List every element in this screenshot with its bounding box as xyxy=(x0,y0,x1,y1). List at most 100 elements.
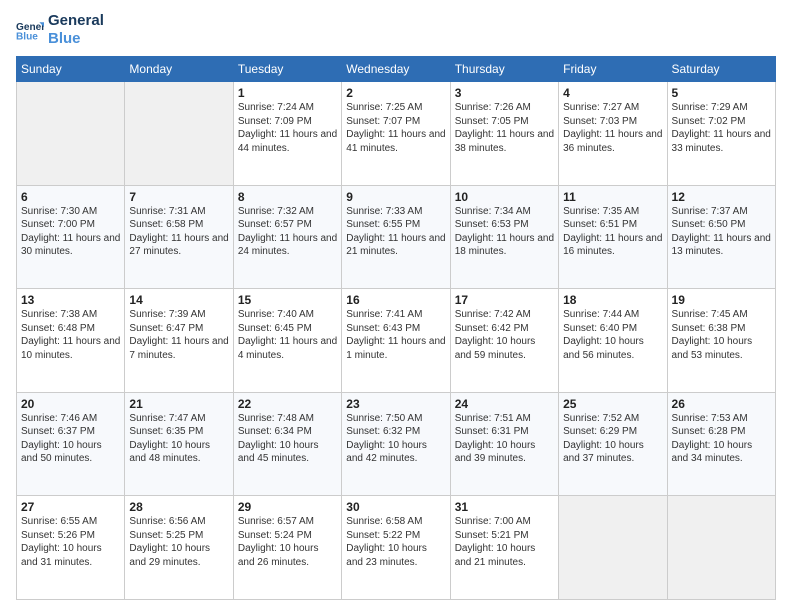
week-row-3: 13 Sunrise: 7:38 AM Sunset: 6:48 PM Dayl… xyxy=(17,289,776,393)
day-info: Sunrise: 7:52 AM Sunset: 6:29 PM Dayligh… xyxy=(563,412,662,466)
day-number: 7 xyxy=(129,190,228,204)
day-cell: 15 Sunrise: 7:40 AM Sunset: 6:45 PM Dayl… xyxy=(233,289,341,393)
day-cell: 6 Sunrise: 7:30 AM Sunset: 7:00 PM Dayli… xyxy=(17,185,125,289)
page: General Blue General Blue SundayMondayTu… xyxy=(0,0,792,612)
day-cell: 20 Sunrise: 7:46 AM Sunset: 6:37 PM Dayl… xyxy=(17,392,125,496)
day-info: Sunrise: 7:32 AM Sunset: 6:57 PM Dayligh… xyxy=(238,205,337,259)
day-cell: 21 Sunrise: 7:47 AM Sunset: 6:35 PM Dayl… xyxy=(125,392,233,496)
day-number: 15 xyxy=(238,293,337,307)
day-cell xyxy=(667,496,775,600)
day-cell: 23 Sunrise: 7:50 AM Sunset: 6:32 PM Dayl… xyxy=(342,392,450,496)
day-info: Sunrise: 7:47 AM Sunset: 6:35 PM Dayligh… xyxy=(129,412,228,466)
day-info: Sunrise: 7:45 AM Sunset: 6:38 PM Dayligh… xyxy=(672,308,771,362)
weekday-wednesday: Wednesday xyxy=(342,57,450,82)
day-info: Sunrise: 7:44 AM Sunset: 6:40 PM Dayligh… xyxy=(563,308,662,362)
day-info: Sunrise: 6:56 AM Sunset: 5:25 PM Dayligh… xyxy=(129,515,228,569)
day-number: 28 xyxy=(129,500,228,514)
day-cell: 10 Sunrise: 7:34 AM Sunset: 6:53 PM Dayl… xyxy=(450,185,558,289)
day-number: 1 xyxy=(238,86,337,100)
day-cell: 27 Sunrise: 6:55 AM Sunset: 5:26 PM Dayl… xyxy=(17,496,125,600)
day-cell: 25 Sunrise: 7:52 AM Sunset: 6:29 PM Dayl… xyxy=(559,392,667,496)
day-cell: 4 Sunrise: 7:27 AM Sunset: 7:03 PM Dayli… xyxy=(559,82,667,186)
day-info: Sunrise: 7:24 AM Sunset: 7:09 PM Dayligh… xyxy=(238,101,337,155)
day-number: 10 xyxy=(455,190,554,204)
day-cell: 30 Sunrise: 6:58 AM Sunset: 5:22 PM Dayl… xyxy=(342,496,450,600)
week-row-5: 27 Sunrise: 6:55 AM Sunset: 5:26 PM Dayl… xyxy=(17,496,776,600)
day-cell: 16 Sunrise: 7:41 AM Sunset: 6:43 PM Dayl… xyxy=(342,289,450,393)
weekday-friday: Friday xyxy=(559,57,667,82)
weekday-saturday: Saturday xyxy=(667,57,775,82)
day-info: Sunrise: 7:38 AM Sunset: 6:48 PM Dayligh… xyxy=(21,308,120,362)
day-number: 25 xyxy=(563,397,662,411)
svg-text:Blue: Blue xyxy=(16,31,38,42)
day-info: Sunrise: 7:46 AM Sunset: 6:37 PM Dayligh… xyxy=(21,412,120,466)
day-number: 30 xyxy=(346,500,445,514)
day-cell: 7 Sunrise: 7:31 AM Sunset: 6:58 PM Dayli… xyxy=(125,185,233,289)
day-cell: 28 Sunrise: 6:56 AM Sunset: 5:25 PM Dayl… xyxy=(125,496,233,600)
day-number: 23 xyxy=(346,397,445,411)
day-info: Sunrise: 7:26 AM Sunset: 7:05 PM Dayligh… xyxy=(455,101,554,155)
day-info: Sunrise: 7:40 AM Sunset: 6:45 PM Dayligh… xyxy=(238,308,337,362)
day-number: 8 xyxy=(238,190,337,204)
day-info: Sunrise: 7:39 AM Sunset: 6:47 PM Dayligh… xyxy=(129,308,228,362)
day-info: Sunrise: 7:00 AM Sunset: 5:21 PM Dayligh… xyxy=(455,515,554,569)
day-number: 4 xyxy=(563,86,662,100)
day-cell: 14 Sunrise: 7:39 AM Sunset: 6:47 PM Dayl… xyxy=(125,289,233,393)
day-cell: 1 Sunrise: 7:24 AM Sunset: 7:09 PM Dayli… xyxy=(233,82,341,186)
day-cell: 5 Sunrise: 7:29 AM Sunset: 7:02 PM Dayli… xyxy=(667,82,775,186)
day-info: Sunrise: 7:27 AM Sunset: 7:03 PM Dayligh… xyxy=(563,101,662,155)
week-row-2: 6 Sunrise: 7:30 AM Sunset: 7:00 PM Dayli… xyxy=(17,185,776,289)
weekday-tuesday: Tuesday xyxy=(233,57,341,82)
day-info: Sunrise: 6:57 AM Sunset: 5:24 PM Dayligh… xyxy=(238,515,337,569)
week-row-1: 1 Sunrise: 7:24 AM Sunset: 7:09 PM Dayli… xyxy=(17,82,776,186)
day-number: 19 xyxy=(672,293,771,307)
day-number: 16 xyxy=(346,293,445,307)
day-info: Sunrise: 7:29 AM Sunset: 7:02 PM Dayligh… xyxy=(672,101,771,155)
day-cell: 13 Sunrise: 7:38 AM Sunset: 6:48 PM Dayl… xyxy=(17,289,125,393)
logo-icon: General Blue xyxy=(16,16,44,44)
day-cell: 18 Sunrise: 7:44 AM Sunset: 6:40 PM Dayl… xyxy=(559,289,667,393)
day-number: 6 xyxy=(21,190,120,204)
day-number: 5 xyxy=(672,86,771,100)
logo-blue: Blue xyxy=(48,30,104,48)
day-number: 3 xyxy=(455,86,554,100)
calendar: SundayMondayTuesdayWednesdayThursdayFrid… xyxy=(16,56,776,600)
day-cell: 17 Sunrise: 7:42 AM Sunset: 6:42 PM Dayl… xyxy=(450,289,558,393)
day-info: Sunrise: 7:25 AM Sunset: 7:07 PM Dayligh… xyxy=(346,101,445,155)
day-cell: 31 Sunrise: 7:00 AM Sunset: 5:21 PM Dayl… xyxy=(450,496,558,600)
day-number: 20 xyxy=(21,397,120,411)
weekday-thursday: Thursday xyxy=(450,57,558,82)
day-number: 13 xyxy=(21,293,120,307)
day-info: Sunrise: 7:42 AM Sunset: 6:42 PM Dayligh… xyxy=(455,308,554,362)
day-number: 2 xyxy=(346,86,445,100)
week-row-4: 20 Sunrise: 7:46 AM Sunset: 6:37 PM Dayl… xyxy=(17,392,776,496)
day-number: 24 xyxy=(455,397,554,411)
day-cell: 22 Sunrise: 7:48 AM Sunset: 6:34 PM Dayl… xyxy=(233,392,341,496)
day-info: Sunrise: 7:48 AM Sunset: 6:34 PM Dayligh… xyxy=(238,412,337,466)
day-cell xyxy=(559,496,667,600)
day-cell: 19 Sunrise: 7:45 AM Sunset: 6:38 PM Dayl… xyxy=(667,289,775,393)
day-cell: 11 Sunrise: 7:35 AM Sunset: 6:51 PM Dayl… xyxy=(559,185,667,289)
day-cell: 9 Sunrise: 7:33 AM Sunset: 6:55 PM Dayli… xyxy=(342,185,450,289)
day-cell xyxy=(125,82,233,186)
day-info: Sunrise: 7:51 AM Sunset: 6:31 PM Dayligh… xyxy=(455,412,554,466)
day-number: 17 xyxy=(455,293,554,307)
logo-general: General xyxy=(48,12,104,30)
day-number: 14 xyxy=(129,293,228,307)
day-cell: 3 Sunrise: 7:26 AM Sunset: 7:05 PM Dayli… xyxy=(450,82,558,186)
day-cell xyxy=(17,82,125,186)
day-cell: 8 Sunrise: 7:32 AM Sunset: 6:57 PM Dayli… xyxy=(233,185,341,289)
day-info: Sunrise: 7:34 AM Sunset: 6:53 PM Dayligh… xyxy=(455,205,554,259)
day-info: Sunrise: 7:50 AM Sunset: 6:32 PM Dayligh… xyxy=(346,412,445,466)
day-info: Sunrise: 7:37 AM Sunset: 6:50 PM Dayligh… xyxy=(672,205,771,259)
day-info: Sunrise: 6:58 AM Sunset: 5:22 PM Dayligh… xyxy=(346,515,445,569)
day-info: Sunrise: 7:35 AM Sunset: 6:51 PM Dayligh… xyxy=(563,205,662,259)
header: General Blue General Blue xyxy=(16,12,776,48)
day-number: 18 xyxy=(563,293,662,307)
day-number: 9 xyxy=(346,190,445,204)
weekday-header-row: SundayMondayTuesdayWednesdayThursdayFrid… xyxy=(17,57,776,82)
day-cell: 29 Sunrise: 6:57 AM Sunset: 5:24 PM Dayl… xyxy=(233,496,341,600)
logo: General Blue General Blue xyxy=(16,12,104,48)
day-number: 21 xyxy=(129,397,228,411)
day-number: 27 xyxy=(21,500,120,514)
